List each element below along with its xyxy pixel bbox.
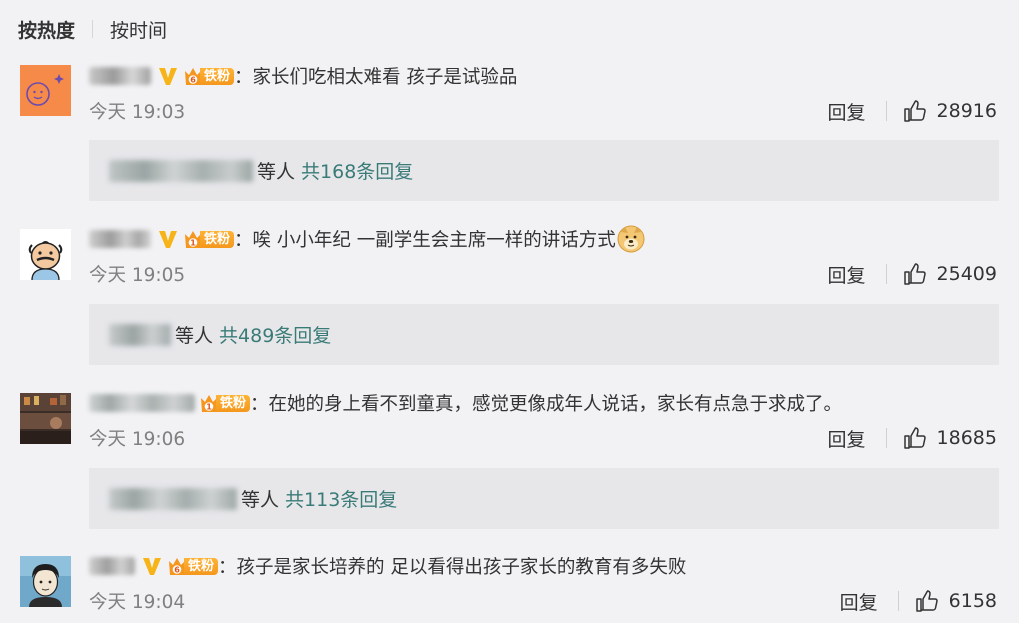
comment-time: 今天 19:05 [89, 265, 186, 286]
doge-emoji-icon [617, 225, 645, 253]
replies-summary[interactable]: 等人 共168条回复 [89, 140, 999, 201]
replies-count-link[interactable]: 共113条回复 [285, 485, 397, 512]
replies-prefix: 等人 [175, 325, 214, 347]
replies-prefix: 等人 [241, 489, 280, 511]
verified-v-icon [157, 65, 179, 87]
reply-button[interactable]: 回复 [828, 98, 866, 125]
svg-text:6: 6 [174, 566, 180, 575]
avatar[interactable] [20, 229, 71, 280]
reply-button[interactable]: 回复 [840, 588, 878, 615]
action-divider [897, 591, 899, 611]
avatar[interactable] [20, 393, 71, 444]
username[interactable] [89, 394, 195, 412]
username[interactable] [89, 557, 135, 575]
sort-by-hot-tab[interactable]: 按热度 [18, 16, 75, 43]
fan-badge-label: 铁粉 [216, 394, 251, 412]
action-divider [885, 264, 887, 284]
replies-summary[interactable]: 等人 共113条回复 [89, 468, 999, 529]
sort-divider [92, 20, 94, 38]
comment-text: ：在她的身上看不到童真，感觉更像成年人说话，家长有点急于求成了。 [250, 394, 843, 415]
username[interactable] [89, 67, 151, 85]
fan-badge: 1 铁粉 [199, 392, 251, 414]
replies-count-link[interactable]: 共168条回复 [301, 157, 413, 184]
comment-time: 今天 19:04 [89, 592, 186, 613]
comment-text: ：孩子是家长培养的 足以看得出孩子家长的教育有多失败 [218, 557, 687, 578]
comment-actions: 回复 28916 [828, 98, 997, 124]
thumbs-up-icon [903, 427, 926, 449]
fan-badge: 6 铁粉 [167, 555, 219, 577]
svg-text:1: 1 [190, 239, 196, 248]
sort-bar: 按热度 按时间 [18, 14, 167, 44]
avatar[interactable] [20, 556, 71, 607]
thumbs-up-icon [915, 590, 938, 612]
replies-count-link[interactable]: 共489条回复 [219, 321, 331, 348]
fan-badge: 6 铁粉 [183, 65, 235, 87]
fan-badge: 1 铁粉 [183, 228, 235, 250]
like-button[interactable]: 18685 [903, 426, 997, 450]
thumbs-up-icon [903, 263, 926, 285]
comment-actions: 回复 6158 [840, 588, 997, 614]
reply-usernames [109, 323, 171, 346]
comment-time: 今天 19:06 [89, 429, 186, 450]
thumbs-up-icon [903, 100, 926, 122]
svg-text:6: 6 [190, 76, 196, 85]
like-count: 28916 [936, 100, 997, 122]
like-count: 25409 [936, 263, 997, 285]
fan-badge-label: 铁粉 [184, 557, 219, 575]
comment-text: ：唉 小小年纪 一副学生会主席一样的讲话方式 [234, 230, 616, 251]
comment-actions: 回复 25409 [828, 261, 997, 287]
avatar[interactable] [20, 65, 71, 116]
like-button[interactable]: 6158 [915, 589, 997, 613]
action-divider [885, 428, 887, 448]
comment-actions: 回复 18685 [828, 425, 997, 451]
action-divider [885, 101, 887, 121]
verified-v-icon [157, 228, 179, 250]
like-button[interactable]: 28916 [903, 99, 997, 123]
comment-time: 今天 19:03 [89, 102, 186, 123]
reply-button[interactable]: 回复 [828, 425, 866, 452]
like-count: 6158 [948, 590, 997, 612]
reply-usernames [109, 487, 237, 510]
replies-summary[interactable]: 等人 共489条回复 [89, 304, 999, 365]
fan-badge-label: 铁粉 [200, 67, 235, 85]
fan-badge-label: 铁粉 [200, 230, 235, 248]
like-button[interactable]: 25409 [903, 262, 997, 286]
sort-by-time-tab[interactable]: 按时间 [110, 16, 167, 43]
comment-text: ：家长们吃相太难看 孩子是试验品 [234, 67, 518, 88]
like-count: 18685 [936, 427, 997, 449]
reply-usernames [109, 159, 253, 182]
verified-v-icon [141, 555, 163, 577]
username[interactable] [89, 230, 151, 248]
replies-prefix: 等人 [257, 161, 296, 183]
svg-text:1: 1 [206, 403, 212, 412]
reply-button[interactable]: 回复 [828, 261, 866, 288]
